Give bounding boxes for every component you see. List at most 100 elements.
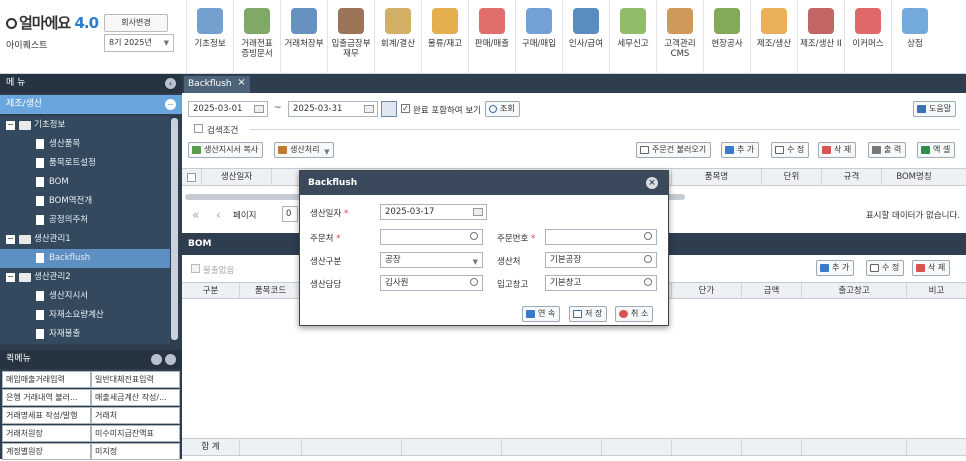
top-menu-item[interactable]: 구매/매입 <box>515 0 562 74</box>
tree-item[interactable]: Backflush <box>0 249 170 268</box>
quick-menu-item[interactable]: 일반대체전표입력 <box>91 371 180 388</box>
search-button[interactable]: 조회 <box>485 101 520 117</box>
top-menu-item[interactable]: 고객관리 CMS <box>656 0 703 74</box>
first-page-icon[interactable]: « <box>192 208 199 222</box>
grid-col-header[interactable]: 품목명 <box>672 169 762 185</box>
bom-col-header[interactable]: 금액 <box>742 283 802 298</box>
tree-item[interactable]: − 생산관리1 <box>0 230 170 249</box>
print-button[interactable]: 출 력 <box>868 142 907 158</box>
grid-col-header[interactable]: 단위 <box>762 169 822 185</box>
change-company-button[interactable]: 회사변경 <box>104 14 168 32</box>
search-icon[interactable] <box>644 278 652 286</box>
copy-order-button[interactable]: 생산지시서 복사 <box>188 142 264 158</box>
grid-col-header[interactable]: 생산일자 <box>202 169 272 185</box>
quick-menu-item[interactable]: 매입매출거래입력 <box>2 371 91 388</box>
quick-menu-item[interactable]: 매출세금계산 작성/... <box>91 389 180 406</box>
collapse-toggle-icon[interactable]: − <box>6 273 15 282</box>
bom-col-header[interactable]: 비고 <box>907 283 966 298</box>
top-menu-item[interactable]: 상점 <box>891 0 938 74</box>
order-no-input[interactable] <box>545 229 657 245</box>
edit-button[interactable]: 수 정 <box>771 142 810 158</box>
bom-edit-button[interactable]: 수 정 <box>866 260 905 276</box>
quick-menu-item[interactable]: 은행 거래내역 불러... <box>2 389 91 406</box>
collapse-toggle-icon[interactable]: − <box>6 121 15 130</box>
tree-item[interactable]: 자재불출 <box>0 325 170 344</box>
bom-col-header[interactable]: 출고창고 <box>802 283 907 298</box>
include-done-checkbox[interactable]: ✓ <box>401 104 410 113</box>
minus-icon[interactable]: − <box>165 99 176 110</box>
collapse-toggle-icon[interactable]: − <box>6 235 15 244</box>
tree-item[interactable]: BOM역전개 <box>0 192 170 211</box>
close-icon[interactable]: × <box>646 177 658 189</box>
bom-col-header[interactable]: 구분 <box>182 283 240 298</box>
fiscal-year-select[interactable]: 8기 2025년 ▼ <box>104 34 174 52</box>
warehouse-input[interactable]: 기본창고 <box>545 275 657 291</box>
search-icon[interactable] <box>470 278 478 286</box>
top-menu-item[interactable]: 입출금장부 재무 <box>327 0 374 74</box>
customer-input[interactable] <box>380 229 483 245</box>
prev-page-icon[interactable]: ‹ <box>216 208 221 222</box>
bom-delete-button[interactable]: 삭 제 <box>912 260 951 276</box>
tree-item[interactable]: − 생산관리2 <box>0 268 170 287</box>
tree-item[interactable]: 품목로트설정 <box>0 154 170 173</box>
tree-item[interactable]: BOM <box>0 173 170 192</box>
grid-checkbox-col[interactable] <box>182 169 202 185</box>
continue-button[interactable]: 연 속 <box>522 306 561 322</box>
gear-icon[interactable] <box>151 354 162 365</box>
calendar-icon[interactable] <box>473 208 483 216</box>
tree-item[interactable]: 공정의주처 <box>0 211 170 230</box>
top-menu-item[interactable]: 제조/생산 <box>750 0 797 74</box>
top-menu-item[interactable]: 제조/생산 II <box>797 0 844 74</box>
bom-col-header[interactable]: 단가 <box>672 283 742 298</box>
excel-button[interactable]: 엑 셀 <box>917 142 956 158</box>
cancel-button[interactable]: 취 소 <box>615 306 654 322</box>
collapse-sidebar-icon[interactable]: ‹ <box>165 78 176 89</box>
sidebar-category[interactable]: 제조/생산 − <box>0 95 182 114</box>
search-icon[interactable] <box>644 232 652 240</box>
search-cond-toggle[interactable] <box>194 124 203 133</box>
load-order-button[interactable]: 주문건 불러오기 <box>636 142 712 158</box>
search-icon[interactable] <box>644 255 652 263</box>
grid-col-header[interactable]: 규격 <box>822 169 882 185</box>
quick-menu-item[interactable]: 거래처 <box>91 407 180 424</box>
top-menu-item[interactable]: 회계/결산 <box>374 0 421 74</box>
process-button[interactable]: 생산처리 ▼ <box>274 142 335 158</box>
grid-col-header[interactable]: BOM명칭 <box>882 169 946 185</box>
select-all-checkbox[interactable] <box>187 173 196 182</box>
top-menu-item[interactable]: 거래전표 증빙문서 <box>233 0 280 74</box>
save-button[interactable]: 저 장 <box>569 306 608 322</box>
date-to-input[interactable]: 2025-03-31 <box>288 101 378 117</box>
tree-item[interactable]: 생산지시서 <box>0 287 170 306</box>
quick-menu-item[interactable]: 미수미지급잔액표 <box>91 425 180 442</box>
top-menu-item[interactable]: 기초정보 <box>186 0 233 74</box>
chevron-down-icon[interactable] <box>165 354 176 365</box>
quick-menu-item[interactable]: 거래처원장 <box>2 425 91 442</box>
manager-input[interactable]: 김사원 <box>380 275 483 291</box>
tree-item[interactable]: 생산품목 <box>0 135 170 154</box>
type-select[interactable]: 공장 ▼ <box>380 252 483 268</box>
tree-item[interactable]: − 기초정보 <box>0 116 170 135</box>
quick-menu-item[interactable]: 미지정 <box>91 443 180 460</box>
no-issue-checkbox[interactable] <box>191 264 200 273</box>
delete-button[interactable]: 삭 제 <box>818 142 857 158</box>
quick-menu-item[interactable]: 계정별원장 <box>2 443 91 460</box>
top-menu-item[interactable]: 현장공사 <box>703 0 750 74</box>
quick-menu-item[interactable]: 거래명세표 작성/발행 <box>2 407 91 424</box>
top-menu-item[interactable]: 판매/매출 <box>468 0 515 74</box>
add-button[interactable]: 추 가 <box>721 142 760 158</box>
date-from-input[interactable]: 2025-03-01 <box>188 101 268 117</box>
place-input[interactable]: 기본공장 <box>545 252 657 268</box>
help-button[interactable]: 도움말 <box>913 101 957 117</box>
top-menu-item[interactable]: 이커머스 <box>844 0 891 74</box>
page-input[interactable]: 0 <box>282 206 298 222</box>
top-menu-item[interactable]: 물류/재고 <box>421 0 468 74</box>
search-icon[interactable] <box>470 232 478 240</box>
calendar-icon[interactable] <box>364 105 374 113</box>
prod-date-input[interactable]: 2025-03-17 <box>380 204 487 220</box>
close-icon[interactable]: × <box>237 74 245 91</box>
top-menu-item[interactable]: 인사/급여 <box>562 0 609 74</box>
calendar-picker-icon[interactable] <box>381 101 397 117</box>
bom-col-header[interactable]: 품목코드 <box>240 283 302 298</box>
tree-item[interactable]: 자재소요량계산 <box>0 306 170 325</box>
app-logo[interactable]: 얼마에요 4.0 <box>6 12 99 33</box>
